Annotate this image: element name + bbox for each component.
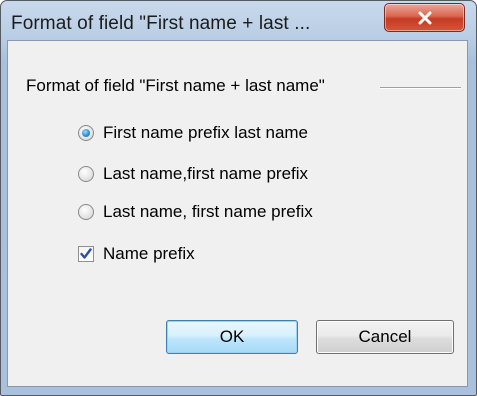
close-button[interactable] xyxy=(384,3,465,32)
radio-button[interactable] xyxy=(78,204,94,220)
cancel-button[interactable]: Cancel xyxy=(316,320,454,354)
window-title: Format of field "First name + last ... xyxy=(11,13,311,34)
ok-button[interactable]: OK xyxy=(166,320,298,354)
radio-button[interactable] xyxy=(78,166,94,182)
close-icon xyxy=(385,4,464,31)
name-prefix-checkbox-row[interactable]: Name prefix xyxy=(78,243,195,265)
radio-option-first-prefix-last[interactable]: First name prefix last name xyxy=(78,122,308,144)
name-prefix-checkbox[interactable] xyxy=(78,246,94,262)
radio-option-last-first-prefix[interactable]: Last name,first name prefix xyxy=(78,163,308,185)
radio-option-last-comma-first-prefix[interactable]: Last name, first name prefix xyxy=(78,201,313,223)
radio-label: Last name, first name prefix xyxy=(103,202,313,221)
radio-label: First name prefix last name xyxy=(103,123,309,142)
title-bar[interactable]: Format of field "First name + last ... xyxy=(1,1,476,41)
checkmark-icon xyxy=(80,248,92,259)
radio-button-selected[interactable] xyxy=(78,125,94,141)
name-prefix-label: Name prefix xyxy=(103,244,195,263)
group-box-title: Format of field "First name + last name" xyxy=(26,76,329,96)
group-box-line xyxy=(380,87,461,89)
radio-label: Last name,first name prefix xyxy=(103,164,309,183)
